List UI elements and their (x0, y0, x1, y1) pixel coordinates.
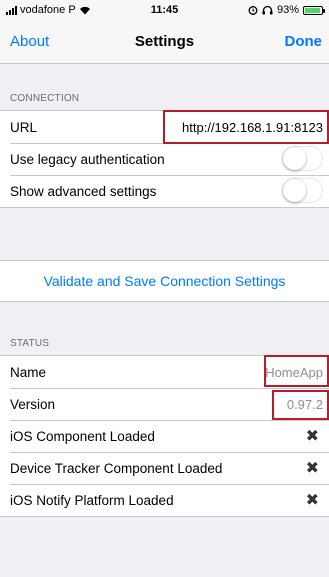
advanced-settings-label: Show advanced settings (10, 184, 157, 199)
toggle-knob (283, 179, 306, 202)
legacy-auth-row: Use legacy authentication (0, 143, 329, 175)
validate-group: Validate and Save Connection Settings (0, 260, 329, 302)
version-label: Version (10, 397, 56, 412)
list-item: Device Tracker Component Loaded ✖ (0, 452, 329, 484)
name-highlight-box (264, 355, 329, 387)
cross-icon: ✖ (305, 492, 319, 509)
device-tracker-label: Device Tracker Component Loaded (10, 461, 223, 476)
battery-icon (303, 5, 325, 15)
legacy-auth-label: Use legacy authentication (10, 152, 165, 167)
headphones-icon (262, 5, 273, 15)
list-item: iOS Notify Platform Loaded ✖ (0, 484, 329, 516)
advanced-settings-toggle[interactable] (282, 178, 323, 203)
alarm-icon (248, 6, 258, 15)
legacy-auth-toggle[interactable] (282, 146, 323, 171)
name-label: Name (10, 365, 47, 380)
version-highlight-box (272, 390, 329, 420)
url-label: URL (10, 120, 38, 135)
connection-section-header: CONNECTION (10, 93, 80, 104)
status-section-header: STATUS (10, 338, 50, 349)
battery-percent: 93% (276, 4, 299, 16)
list-item: iOS Component Loaded ✖ (0, 420, 329, 452)
cross-icon: ✖ (305, 428, 319, 445)
done-button[interactable]: Done (285, 33, 323, 50)
url-highlight-box (163, 110, 329, 144)
status-right: 93% (248, 4, 325, 16)
validate-save-button[interactable]: Validate and Save Connection Settings (0, 261, 329, 289)
navigation-bar: About Settings Done (0, 20, 329, 64)
advanced-settings-row: Show advanced settings (0, 175, 329, 207)
toggle-knob (283, 147, 306, 170)
ios-notify-label: iOS Notify Platform Loaded (10, 493, 174, 508)
status-bar: vodafone P 11:45 93% (0, 0, 329, 20)
page-title: Settings (134, 33, 195, 50)
ios-component-label: iOS Component Loaded (10, 429, 155, 444)
cross-icon: ✖ (305, 460, 319, 477)
